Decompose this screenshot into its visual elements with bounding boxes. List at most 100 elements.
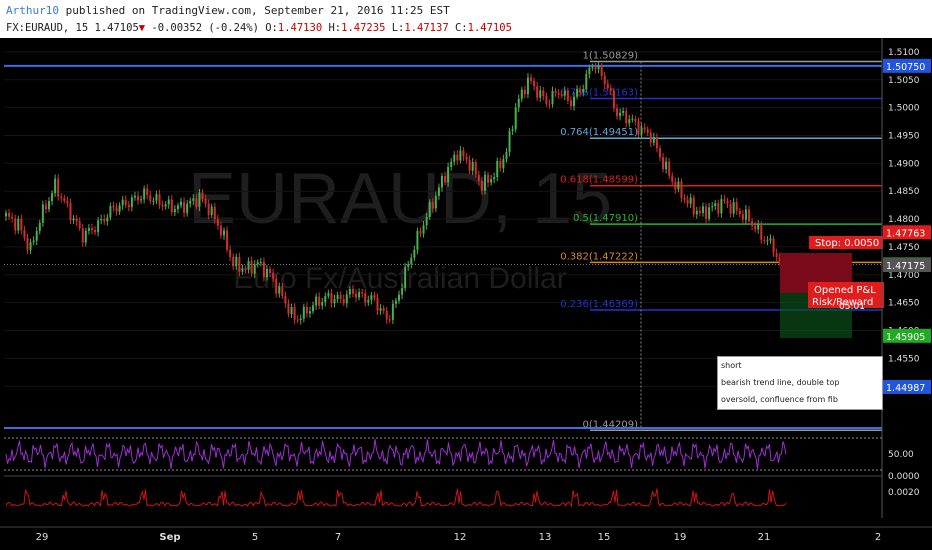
y-tick-label: 1.4650: [888, 299, 920, 309]
candle-body: [41, 204, 44, 223]
candle-body: [530, 77, 533, 81]
candle-body: [729, 203, 732, 214]
candle-body: [757, 224, 760, 230]
candle-body: [370, 295, 373, 301]
candle-body: [741, 214, 744, 220]
candle-body: [517, 98, 520, 108]
x-tick-label: 19: [674, 532, 687, 543]
candle-body: [502, 159, 505, 169]
candle-body: [483, 174, 486, 191]
candle-body: [115, 207, 118, 212]
candle-body: [631, 118, 634, 120]
candle-body: [597, 65, 600, 70]
stop-label: Stop: 0.0050: [815, 238, 879, 249]
candle-body: [253, 264, 256, 274]
candle-body: [444, 175, 447, 183]
candle-body: [419, 231, 422, 234]
x-tick-label: 13: [539, 532, 552, 543]
time-label: 05:01: [839, 302, 865, 312]
price-chart[interactable]: EURAUD, 15 Euro Fx/Australian Dollar 1(1…: [0, 38, 932, 550]
fib-label: 0.786(1.50163): [560, 88, 638, 99]
candle-body: [167, 199, 170, 205]
candle-body: [468, 159, 471, 171]
candle-body: [732, 202, 735, 214]
candle-body: [594, 67, 597, 70]
candle-body: [63, 197, 66, 201]
candle-body: [333, 299, 336, 304]
candle-body: [241, 268, 244, 272]
candle-body: [628, 119, 631, 124]
open-value: 1.47130: [277, 22, 323, 34]
candle-body: [579, 88, 582, 93]
high-value: 1.47235: [341, 22, 386, 34]
candle-body: [210, 206, 213, 215]
trade-note[interactable]: short bearish trend line, double top ove…: [717, 356, 883, 410]
candle-body: [680, 181, 683, 198]
candle-body: [8, 212, 11, 217]
candle-body: [207, 203, 210, 215]
price-label: 1.47763: [886, 228, 925, 239]
candle-body: [536, 86, 539, 98]
candle-body: [720, 199, 723, 214]
candle-body: [161, 204, 164, 207]
candle-body: [554, 90, 557, 93]
candle-body: [677, 181, 680, 190]
candle-body: [477, 174, 480, 182]
candle-body: [471, 162, 474, 171]
candle-body: [44, 204, 47, 210]
x-tick-label: 7: [335, 532, 341, 543]
candle-body: [398, 294, 400, 301]
candle-body: [520, 89, 523, 99]
y-tick-label: 1.4700: [888, 271, 920, 281]
candle-body: [551, 90, 554, 105]
candle-body: [106, 217, 109, 222]
candle-body: [23, 230, 26, 238]
candle-body: [219, 225, 222, 236]
candle-body: [606, 83, 609, 89]
candle-body: [542, 90, 545, 97]
indicator2-level-label: 0.0020: [888, 488, 920, 498]
candle-body: [348, 289, 351, 295]
candle-body: [152, 200, 155, 202]
y-tick-label: 1.4750: [888, 243, 920, 253]
y-tick-label: 1.4550: [888, 354, 920, 364]
candle-body: [717, 203, 720, 214]
candle-body: [726, 200, 729, 204]
candle-body: [57, 178, 60, 197]
x-tick-label: 15: [598, 532, 611, 543]
candle-body: [226, 230, 229, 250]
price-label: 1.45905: [886, 332, 925, 343]
candle-body: [425, 217, 428, 226]
candle-body: [548, 103, 551, 105]
candle-body: [591, 67, 594, 69]
candle-body: [146, 188, 149, 196]
close-label: C:: [454, 22, 468, 34]
candle-body: [287, 303, 290, 314]
publish-text: published on TradingView.com, September …: [58, 4, 450, 17]
candle-body: [262, 261, 265, 278]
candle-body: [355, 293, 358, 298]
candle-body: [569, 100, 572, 107]
candle-body: [222, 230, 225, 236]
y-tick-label: 1.4900: [888, 159, 920, 169]
candle-body: [751, 221, 754, 226]
candle-body: [109, 205, 112, 218]
candle-body: [692, 197, 695, 215]
candle-body: [183, 201, 186, 214]
candle-body: [244, 268, 247, 270]
candle-body: [318, 296, 321, 306]
candle-body: [278, 286, 281, 294]
last-price: 1.47105: [94, 22, 139, 34]
candle-body: [437, 187, 440, 196]
candle-body: [149, 195, 152, 201]
candle-body: [272, 272, 275, 279]
candle-body: [81, 228, 84, 243]
candle-body: [164, 204, 167, 207]
candle-body: [705, 206, 708, 219]
author-link[interactable]: Arthur10: [6, 4, 59, 17]
candle-body: [327, 293, 330, 296]
candle-body: [493, 177, 496, 180]
candle-body: [401, 288, 404, 295]
x-tick-label: 2: [875, 532, 881, 543]
candle-body: [84, 230, 87, 243]
